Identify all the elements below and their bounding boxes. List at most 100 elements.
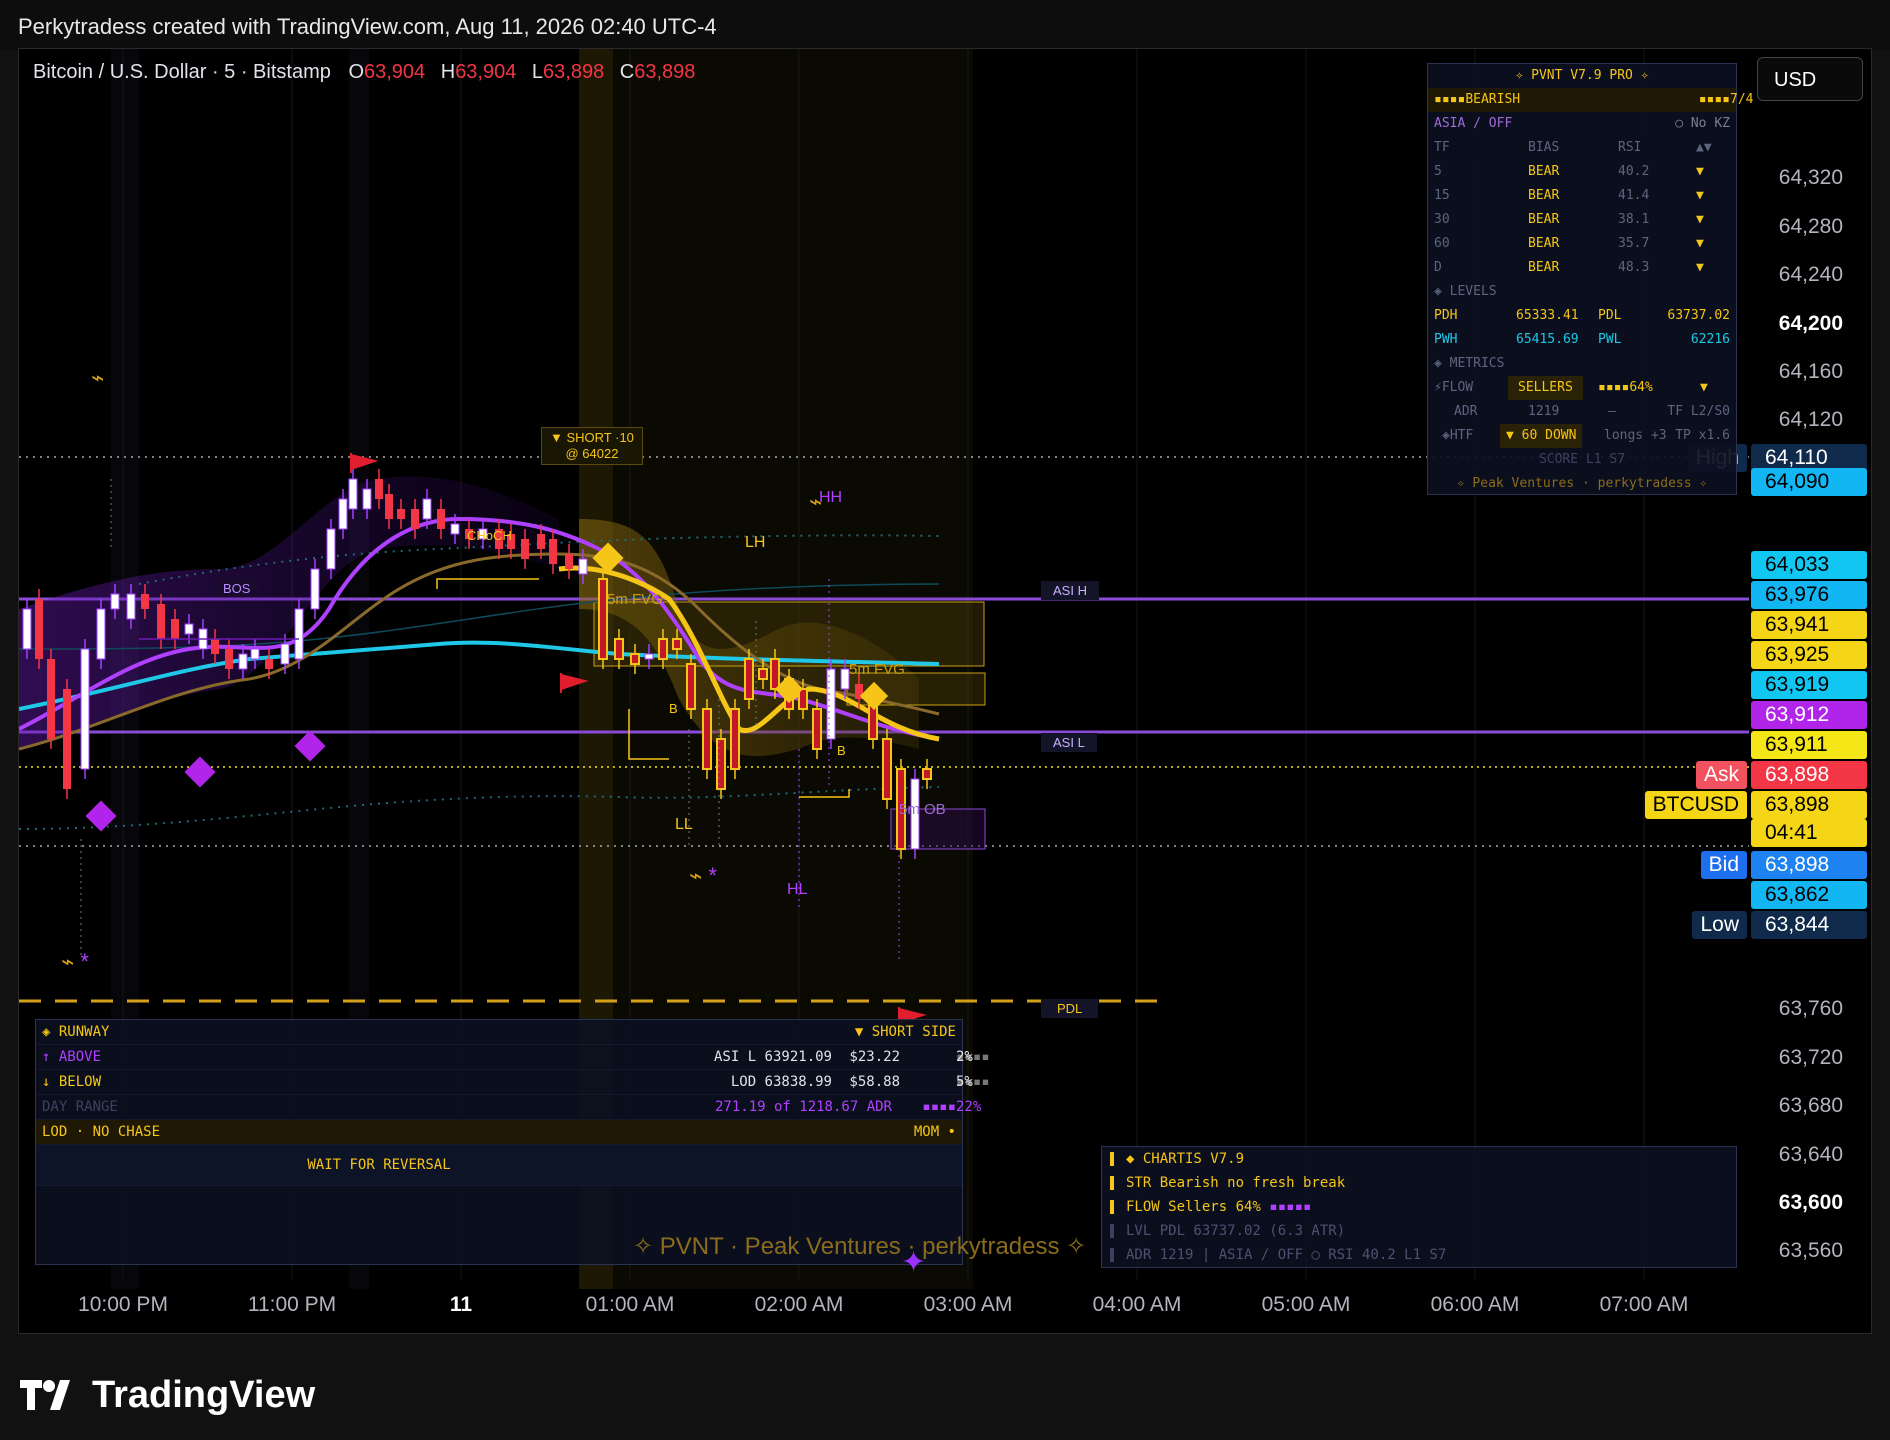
price-tag: 63,976 [1751, 581, 1867, 609]
candle-body [238, 653, 248, 670]
purple-diamond-marker [184, 756, 216, 788]
candle-body [385, 494, 393, 519]
candle-body [840, 668, 850, 690]
broom-icon: ⌁ [809, 489, 823, 514]
asi-low-label: ASI L [1041, 733, 1097, 752]
chart-frame[interactable]: Bitcoin / U.S. Dollar · 5 · Bitstamp O63… [18, 48, 1872, 1334]
pvnt-col-dir: ▲▼ [1696, 140, 1712, 155]
candle-body [250, 648, 260, 660]
candle-body [730, 708, 740, 770]
currency-button[interactable]: USD [1757, 57, 1863, 101]
candle-body [80, 648, 90, 770]
pvnt-tf-row: 15 BEAR 41.4 ▼ [1428, 184, 1736, 208]
fvg-label: 5m FVG [607, 591, 663, 608]
open-value: 63,904 [364, 61, 426, 83]
runway-state: LOD · NO CHASE [42, 1124, 161, 1140]
flow-value: SELLERS [1508, 376, 1583, 400]
candle-body [294, 608, 304, 660]
runway-side: ▼ SHORT SIDE [854, 1024, 956, 1040]
candle-body [184, 623, 194, 635]
pvnt-tf-row: 30 BEAR 38.1 ▼ [1428, 208, 1736, 232]
choch-label: CHoCH [467, 528, 512, 543]
price-axis-label: 64,240 [1778, 263, 1843, 286]
price-side-label: BTCUSD [1644, 791, 1747, 819]
candle-body [110, 593, 120, 610]
pvnt-tf-row: 5 BEAR 40.2 ▼ [1428, 160, 1736, 184]
price-axis-label: 63,640 [1778, 1143, 1843, 1166]
price-tag: 63,919 [1751, 671, 1867, 699]
candle-body [157, 604, 165, 639]
runway-action: WAIT FOR REVERSAL [307, 1157, 451, 1173]
time-axis-label: 11:00 PM [247, 1293, 337, 1316]
price-tag: 63,898 [1751, 761, 1867, 789]
pvnt-cell-rsi: 38.1 [1618, 212, 1650, 227]
chartis-level: LVL PDL 63737.02 (6.3 ATR) [1126, 1223, 1346, 1239]
candle-body [658, 638, 668, 660]
pvnt-cell-tf: 60 [1434, 236, 1450, 251]
below-label: ↓ BELOW [42, 1074, 102, 1090]
price-side-label: Low [1692, 911, 1747, 939]
flow-label: ⚡FLOW [1434, 380, 1474, 395]
chartis-title: ◆ CHARTIS V7.9 [1126, 1151, 1245, 1167]
close-value: 63,898 [634, 61, 696, 83]
candle-body [141, 594, 149, 609]
ll-label: LL [675, 816, 693, 833]
candle-body [397, 509, 405, 519]
tradingview-footer: TradingView [20, 1365, 315, 1425]
candle-body [348, 478, 358, 510]
short-signal-price: @ 64022 [565, 446, 619, 461]
candle-body [171, 619, 179, 639]
price-axis-label: 63,600 [1778, 1191, 1843, 1214]
momentum-indicator: MOM • [913, 1124, 956, 1140]
pvnt-cell-dir: ▼ [1696, 236, 1704, 251]
price-tag: 64,090 [1751, 468, 1867, 496]
short-signal-text: ▼ SHORT ·10 [550, 430, 634, 445]
time-axis-label: 03:00 AM [923, 1293, 1013, 1316]
price-axis-label: 63,680 [1778, 1094, 1843, 1117]
time-axis-label: 05:00 AM [1261, 1293, 1351, 1316]
tradingview-logo-icon [20, 1378, 80, 1412]
price-axis-label: 63,760 [1778, 997, 1843, 1020]
price-axis-label: 64,120 [1778, 408, 1843, 431]
price-tag: 63,911 [1751, 731, 1867, 759]
pvnt-cell-bias: BEAR [1528, 164, 1560, 179]
pvnt-watermark: ✧ PVNT · Peak Ventures · perkytradess ✧ [633, 1233, 1087, 1260]
low-label: L [531, 61, 544, 83]
pvnt-cell-bias: BEAR [1528, 236, 1560, 251]
pvnt-dashboard-panel: ✧ PVNT V7.9 PRO ✧ ▪▪▪▪ BEARISH ▪▪▪▪ 7/4 … [1427, 63, 1753, 495]
fvg-label: 5m FVG [849, 661, 905, 678]
price-axis-label: 64,160 [1778, 360, 1843, 383]
candle-body [798, 688, 808, 710]
pvnt-tf-table: 5 BEAR 40.2 ▼ 15 BEAR 41.4 ▼ 30 BEAR 38.1 ▼ 60 BEAR 35… [1428, 160, 1736, 280]
break-label: B [837, 743, 846, 758]
high-value: 63,904 [455, 61, 517, 83]
candle-body [578, 558, 588, 575]
candle-body [812, 708, 822, 750]
pvnt-col-rsi: RSI [1618, 140, 1642, 155]
candle-body [702, 708, 712, 770]
hh-label: HH [819, 489, 843, 506]
symbol-ohlc-legend[interactable]: Bitcoin / U.S. Dollar · 5 · Bitstamp O63… [33, 61, 695, 84]
symbol-name[interactable]: Bitcoin / U.S. Dollar · 5 · Bitstamp [33, 61, 331, 83]
price-axis-label: 64,320 [1778, 166, 1843, 189]
price-side-label: Bid [1700, 851, 1747, 879]
candle-body [47, 659, 55, 739]
candle-body [338, 498, 348, 530]
below-distance: $58.88 [849, 1074, 900, 1090]
flow-pct: ▪▪▪▪ 64% [1598, 380, 1653, 395]
broom-icon: ⌁ * [689, 863, 717, 888]
candle-body [744, 658, 754, 700]
tp-note: TP x1.6 [1675, 428, 1730, 443]
price-tag: 63,844 [1751, 911, 1867, 939]
pvnt-score: SCORE L1 S7 [1538, 452, 1626, 467]
candle-body [22, 608, 32, 650]
candle-body [521, 539, 529, 559]
flow-dir: ▼ [1700, 380, 1708, 395]
above-label: ↑ ABOVE [42, 1049, 102, 1065]
candle-body [644, 653, 654, 660]
candle-body [882, 738, 892, 800]
above-distance: $23.22 [849, 1049, 900, 1065]
candle-body [537, 534, 545, 549]
candle-body [362, 488, 372, 510]
countdown-tag: 04:41 [1751, 819, 1867, 847]
